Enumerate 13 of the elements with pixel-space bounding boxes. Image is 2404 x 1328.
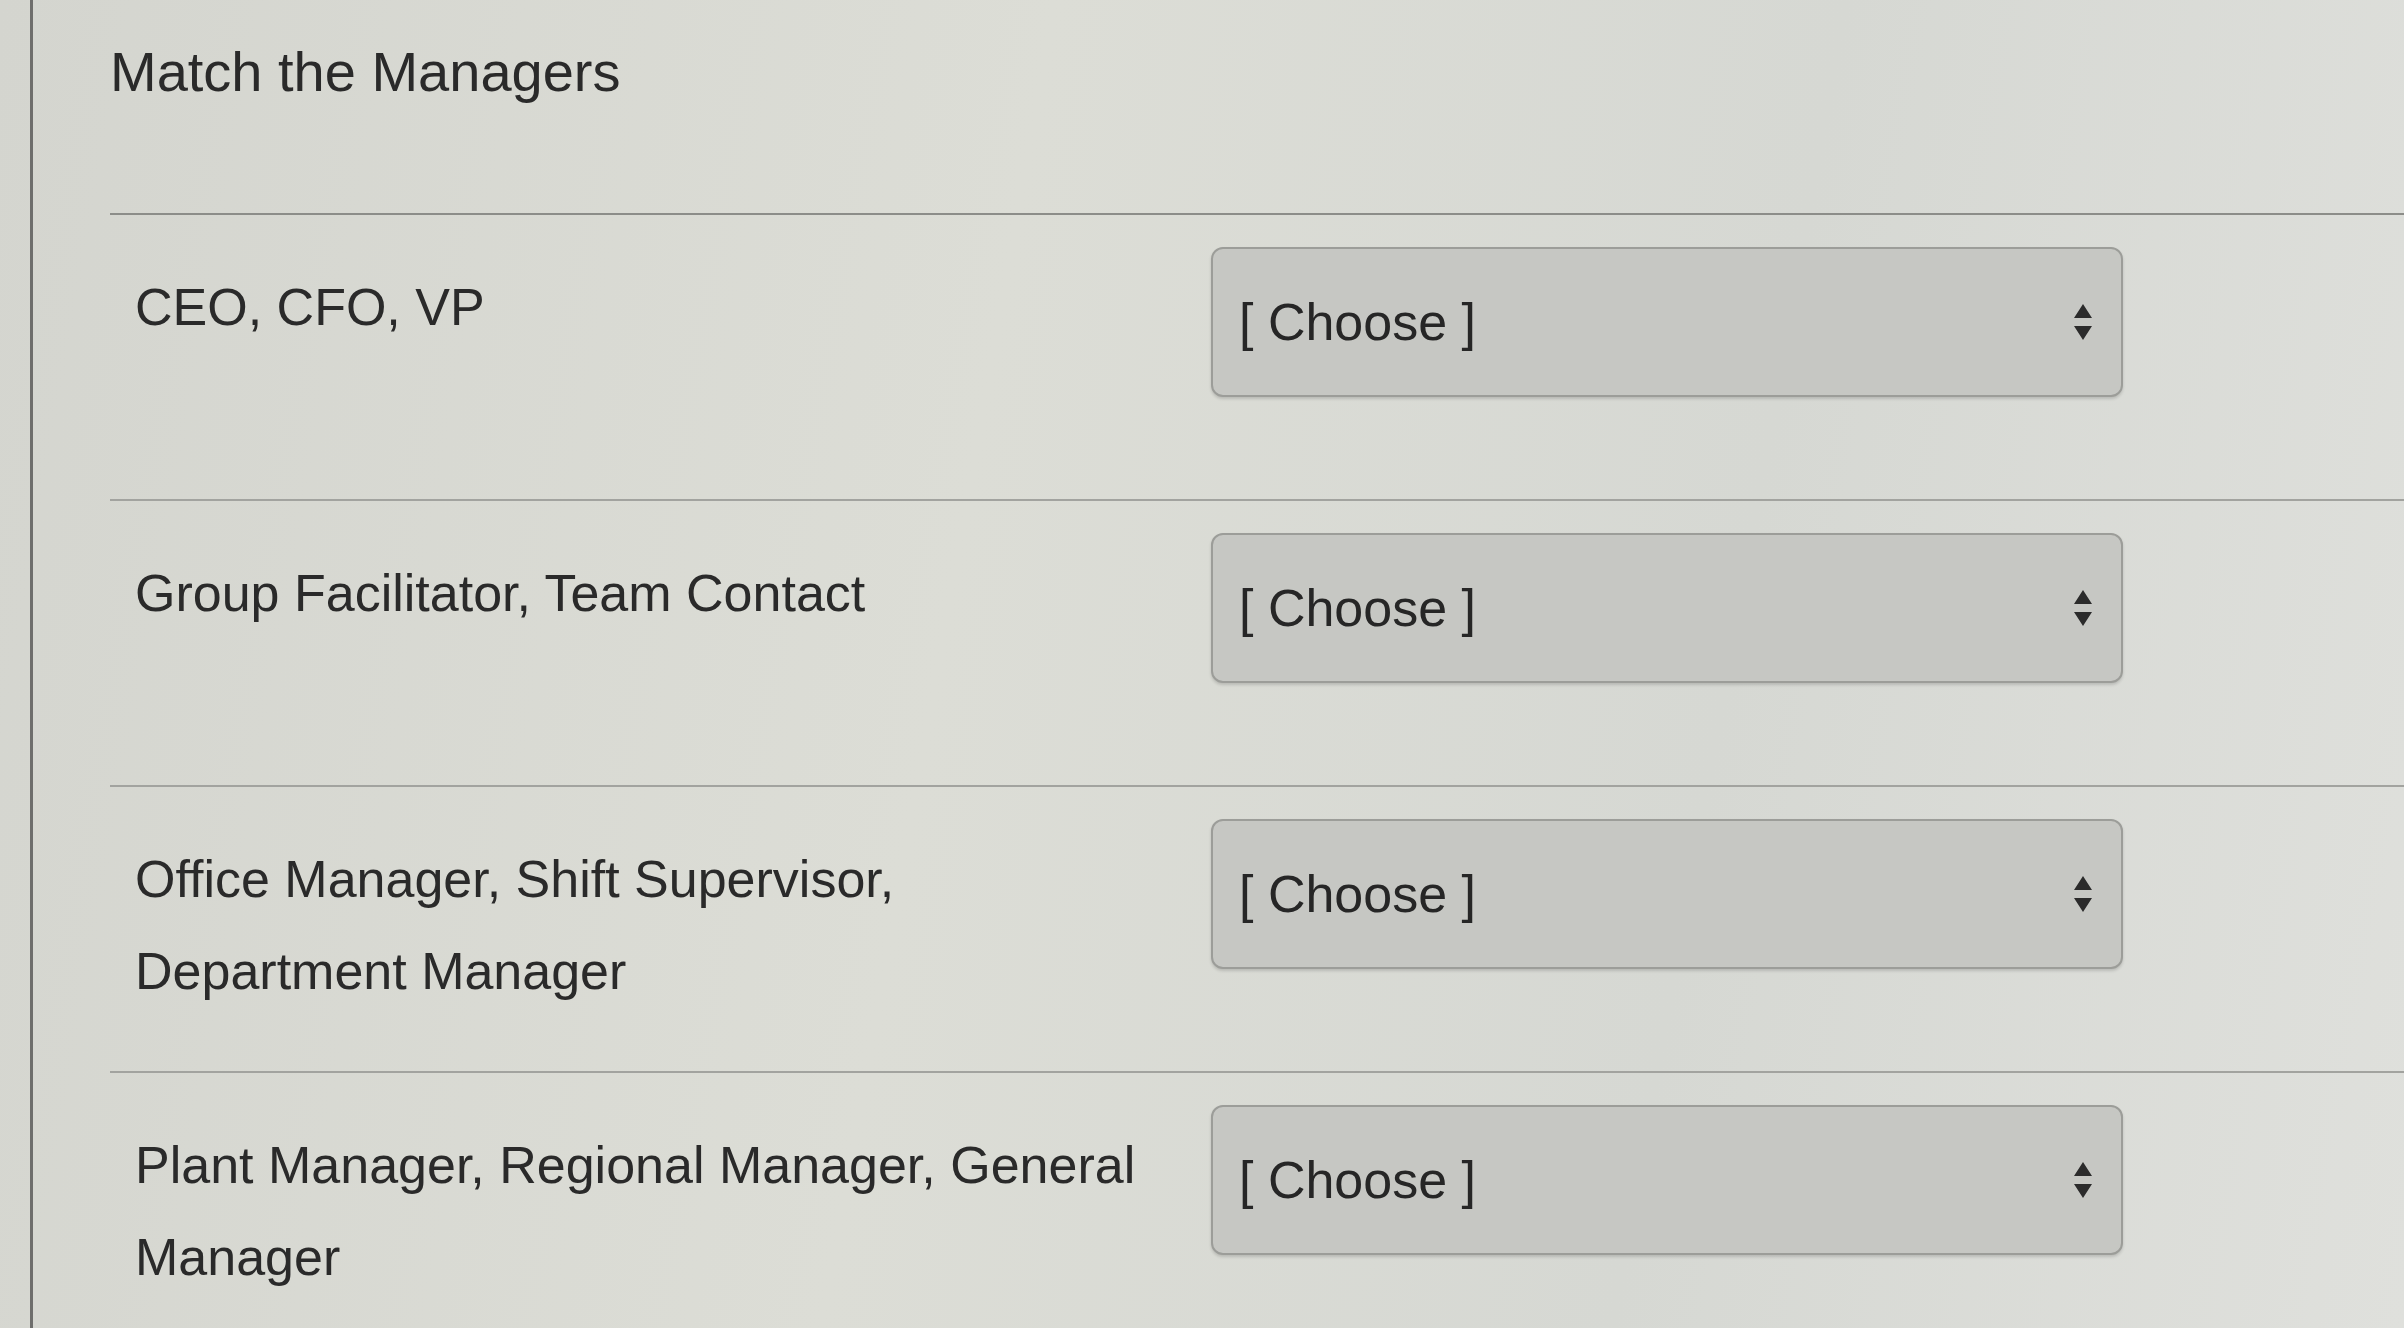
match-prompt: Group Facilitator, Team Contact — [135, 563, 867, 624]
up-down-arrows-icon — [2073, 302, 2093, 342]
up-down-arrows-icon — [2073, 588, 2093, 628]
up-down-arrows-icon — [2073, 874, 2093, 914]
answer-dropdown[interactable]: [ Choose ] — [1211, 819, 2123, 969]
match-prompt: Office Manager, Shift Supervisor, Department Manager — [135, 849, 896, 1002]
answer-dropdown[interactable]: [ Choose ] — [1211, 247, 2123, 397]
up-down-arrows-icon — [2073, 1160, 2093, 1200]
match-prompt: CEO, CFO, VP — [135, 277, 486, 338]
quiz-title: Match the Managers — [110, 39, 621, 105]
answer-dropdown[interactable]: [ Choose ] — [1211, 533, 2123, 683]
answer-dropdown[interactable]: [ Choose ] — [1211, 1105, 2123, 1255]
match-prompt: Plant Manager, Regional Manager, General Manager — [135, 1135, 1137, 1288]
